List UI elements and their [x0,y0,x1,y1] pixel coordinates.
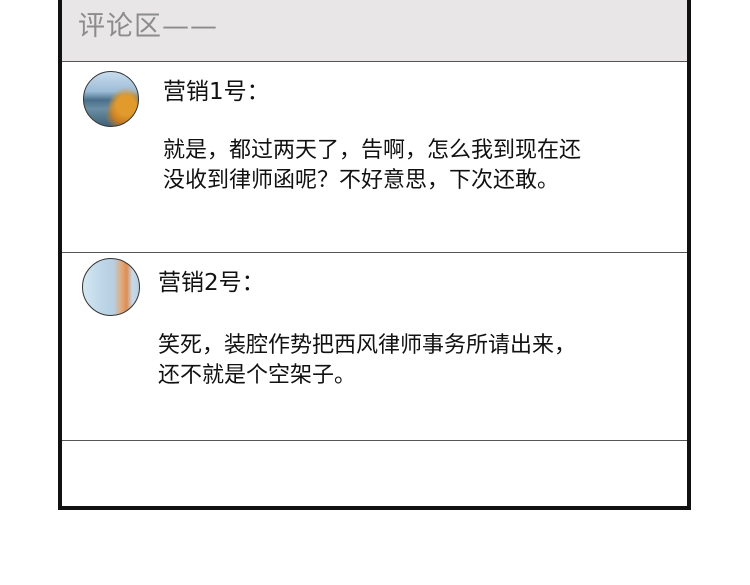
comment-section-header: 评论区—— [62,0,687,62]
comment-panel: 评论区—— 营销1号： 就是，都过两天了，告啊，怎么我到现在还 没收到律师函呢？… [58,0,691,510]
comment-line: 没收到律师函呢？不好意思，下次还敢。 [163,168,560,193]
comment-username[interactable]: 营销2号： [158,269,265,297]
comment-line: 就是，都过两天了，告啊，怎么我到现在还 [163,138,582,163]
comment-section-title: 评论区—— [78,11,218,42]
comment-text: 就是，都过两天了，告啊，怎么我到现在还 没收到律师函呢？不好意思，下次还敢。 [163,136,581,196]
comment-item: 营销2号： 笑死，装腔作势把西风律师事务所请出来， 还不就是个空架子。 [62,253,687,441]
avatar[interactable] [83,71,139,127]
avatar[interactable] [82,258,140,316]
comment-item: 营销1号： 就是，都过两天了，告啊，怎么我到现在还 没收到律师函呢？不好意思，下… [62,62,687,253]
comment-username[interactable]: 营销1号： [163,78,270,106]
comment-line: 笑死，装腔作势把西风律师事务所请出来， [158,333,577,358]
comment-text: 笑死，装腔作势把西风律师事务所请出来， 还不就是个空架子。 [158,331,576,391]
comment-line: 还不就是个空架子。 [158,363,357,388]
